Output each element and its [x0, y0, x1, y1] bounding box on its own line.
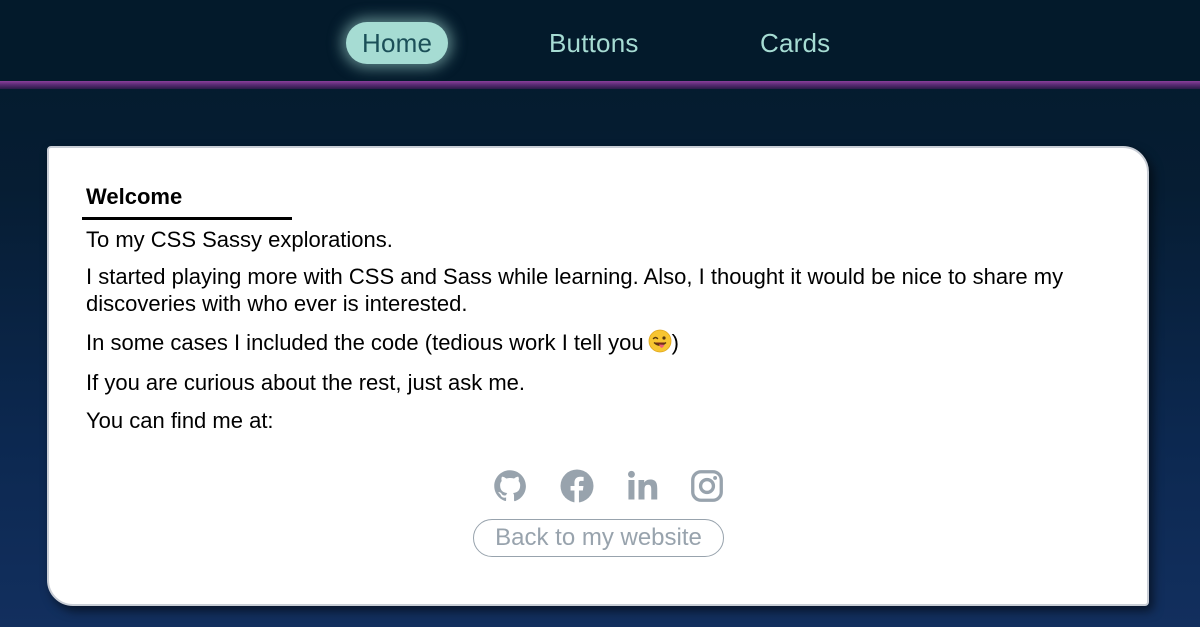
nav-home-link[interactable]: Home — [346, 22, 449, 64]
learning-paragraph: I started playing more with CSS and Sass… — [86, 264, 1064, 316]
curious-paragraph: If you are curious about the rest, just … — [86, 370, 525, 395]
back-to-website-button[interactable]: Back to my website — [473, 519, 724, 557]
nav-buttons-link[interactable]: Buttons — [533, 22, 655, 64]
find-me-paragraph: You can find me at: — [86, 408, 274, 433]
welcome-card: Welcome To my CSS Sassy explorations. I … — [47, 146, 1149, 606]
intro-paragraph: To my CSS Sassy explorations. — [86, 227, 393, 252]
facebook-icon[interactable] — [559, 468, 595, 504]
nav-cards-link[interactable]: Cards — [744, 22, 846, 64]
linkedin-icon[interactable] — [625, 468, 661, 504]
code-paragraph: In some cases I included the code (tedio… — [86, 329, 1116, 356]
instagram-icon[interactable] — [689, 468, 725, 504]
top-navbar: Home Buttons Cards — [0, 0, 1200, 82]
card-title: Welcome — [86, 184, 183, 209]
github-icon[interactable] — [492, 468, 528, 504]
code-paragraph-suffix: ) — [671, 330, 679, 355]
title-underline — [82, 217, 292, 220]
winking-face-with-tongue-icon — [648, 329, 672, 353]
code-paragraph-text: In some cases I included the code (tedio… — [86, 330, 644, 355]
navbar-divider — [0, 81, 1200, 89]
